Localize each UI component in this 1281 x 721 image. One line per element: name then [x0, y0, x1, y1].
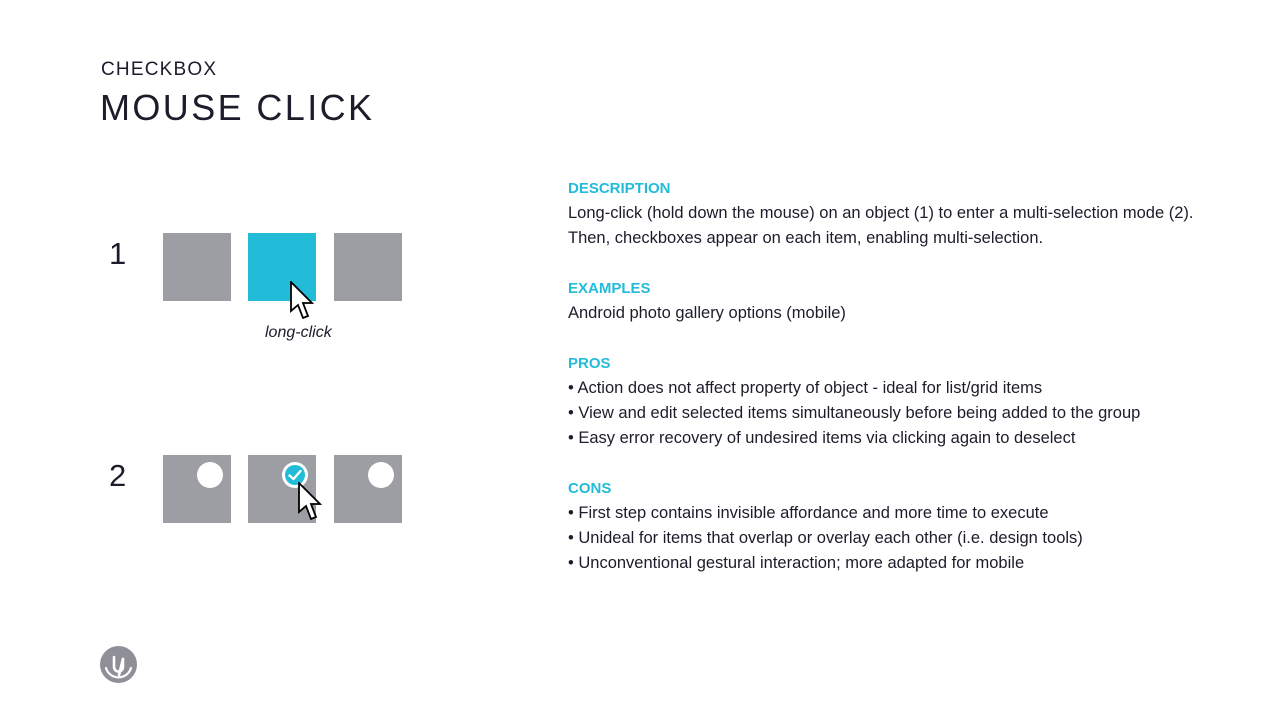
- step-1-number: 1: [109, 236, 127, 271]
- cursor-icon: [298, 482, 323, 521]
- cons-heading: CONS: [568, 480, 612, 497]
- cons-item: • Unideal for items that overlap or over…: [568, 529, 1083, 547]
- tile-3: [334, 233, 402, 301]
- tile-1-selectable: [163, 455, 231, 523]
- examples-line: Android photo gallery options (mobile): [568, 304, 846, 322]
- pros-item: • Action does not affect property of obj…: [568, 379, 1043, 397]
- pros-item: • View and edit selected items simultane…: [568, 404, 1141, 422]
- pros-section: PROS • Action does not affect property o…: [568, 351, 1248, 451]
- page-title: MOUSE CLICK: [100, 87, 375, 128]
- examples-section: EXAMPLES Android photo gallery options (…: [568, 276, 1248, 326]
- cons-section: CONS • First step contains invisible aff…: [568, 476, 1248, 576]
- pros-item: • Easy error recovery of undesired items…: [568, 429, 1076, 447]
- cons-item: • First step contains invisible affordan…: [568, 504, 1049, 522]
- step-2-number: 2: [109, 458, 127, 493]
- description-line: Then, checkboxes appear on each item, en…: [568, 229, 1044, 247]
- description-section: DESCRIPTION Long-click (hold down the mo…: [568, 176, 1248, 251]
- description-line: Long-click (hold down the mouse) on an o…: [568, 204, 1194, 222]
- tile-3-selectable: [334, 455, 402, 523]
- cons-item: • Unconventional gestural interaction; m…: [568, 554, 1025, 572]
- page-subtitle: CHECKBOX: [101, 59, 218, 80]
- long-click-caption: long-click: [265, 324, 332, 341]
- tile-1: [163, 233, 231, 301]
- description-heading: DESCRIPTION: [568, 180, 671, 197]
- pros-heading: PROS: [568, 355, 611, 372]
- examples-heading: EXAMPLES: [568, 280, 651, 297]
- brand-logo-icon: [100, 646, 137, 683]
- radio-circle-icon: [368, 462, 394, 488]
- radio-circle-icon: [197, 462, 223, 488]
- cursor-icon: [290, 281, 315, 320]
